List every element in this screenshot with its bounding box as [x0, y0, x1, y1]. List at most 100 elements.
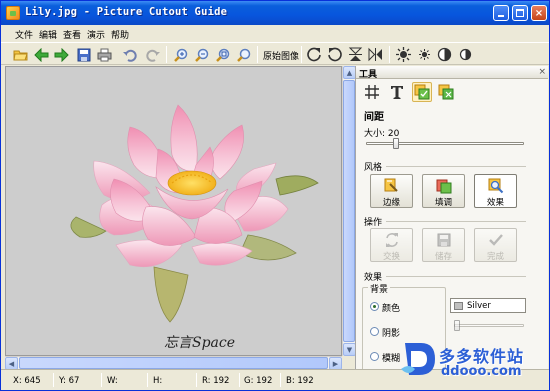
store-label: 储存 — [434, 252, 452, 262]
style-heading: 风格 — [364, 163, 383, 173]
maximize-button[interactable] — [512, 5, 528, 21]
edge-icon — [384, 178, 398, 192]
undo-button[interactable] — [122, 46, 139, 63]
blur-radio[interactable] — [370, 352, 379, 361]
menu-bar: 文件 编辑 查看 演示 帮助 — [1, 25, 549, 42]
menu-edit[interactable]: 编辑 — [39, 28, 57, 41]
saturation-button[interactable] — [457, 46, 474, 63]
save-button[interactable] — [75, 46, 92, 63]
effect-button[interactable]: 效果 — [474, 174, 517, 208]
tab-replace[interactable] — [436, 82, 456, 102]
size-slider-thumb[interactable] — [393, 138, 399, 149]
grid-icon — [365, 85, 379, 99]
app-icon — [6, 6, 20, 20]
flip-vertical-button[interactable] — [347, 46, 364, 63]
finish-button[interactable]: 完成 — [474, 228, 517, 262]
horizontal-scrollbar[interactable]: ◀ ▶ — [5, 356, 342, 370]
zoom-actual-button[interactable] — [235, 46, 252, 63]
background-label: 背景 — [368, 282, 391, 295]
rotate-cw-icon — [307, 47, 321, 62]
flip-horizontal-button[interactable] — [367, 46, 384, 63]
blur-radio-label: 模糊 — [382, 354, 401, 364]
window-title: Lily.jpg - Picture Cutout Guide — [25, 6, 228, 18]
undo-icon — [123, 49, 137, 62]
menu-view[interactable]: 查看 — [63, 28, 81, 41]
fill-icon — [436, 179, 452, 194]
vertical-scrollbar[interactable]: ▲ ▼ — [342, 66, 356, 356]
title-bar[interactable]: Lily.jpg - Picture Cutout Guide × — [1, 1, 549, 25]
zoom-fit-button[interactable] — [214, 46, 231, 63]
sun-small-button[interactable] — [416, 46, 433, 63]
close-icon: × — [534, 7, 544, 19]
action-heading: 操作 — [364, 218, 383, 228]
vertical-scroll-thumb[interactable] — [343, 80, 355, 342]
toolbar-separator — [389, 46, 390, 63]
app-window: Lily.jpg - Picture Cutout Guide × 文件 编辑 … — [0, 0, 550, 391]
swap-label: 交换 — [382, 252, 400, 262]
watermark-logo-icon — [401, 343, 435, 375]
lotus-flower-image — [70, 104, 319, 323]
edge-button[interactable]: 边缘 — [370, 174, 413, 208]
zoom-in-button[interactable] — [172, 46, 189, 63]
status-r: R: 192 — [202, 376, 230, 386]
rotate-ccw-icon — [328, 47, 342, 62]
back-arrow-icon — [34, 47, 49, 62]
forward-button[interactable] — [53, 46, 70, 63]
status-w: W: — [107, 376, 118, 386]
tab-cutout[interactable] — [412, 82, 432, 102]
contrast-button[interactable] — [436, 46, 453, 63]
store-button[interactable]: 储存 — [422, 228, 465, 262]
tab-text[interactable] — [387, 82, 407, 102]
close-button[interactable]: × — [531, 5, 547, 21]
horizontal-scroll-thumb[interactable] — [19, 357, 328, 369]
fill-button[interactable]: 填调 — [422, 174, 465, 208]
toolbar-separator — [257, 46, 258, 63]
contrast-icon — [437, 47, 452, 62]
spacing-heading: 间距 — [364, 112, 384, 123]
swap-button[interactable]: 交换 — [370, 228, 413, 262]
back-button[interactable] — [33, 46, 50, 63]
save-icon — [77, 48, 90, 61]
flip-horizontal-icon — [368, 47, 382, 62]
brightness-button[interactable] — [395, 46, 412, 63]
panel-close-icon[interactable]: × — [538, 67, 546, 77]
color-radio[interactable] — [370, 302, 379, 311]
minimize-button[interactable] — [493, 5, 509, 21]
tab-grid[interactable] — [362, 82, 382, 102]
rotate-ccw-button[interactable] — [326, 46, 343, 63]
minimize-icon — [494, 6, 508, 20]
toolbar: 原始图像 — [1, 42, 549, 65]
open-button[interactable] — [12, 46, 29, 63]
menu-demo[interactable]: 演示 — [87, 28, 105, 41]
image-canvas[interactable]: 忘言Space — [5, 66, 342, 356]
zoom-actual-icon — [236, 48, 250, 62]
shadow-radio[interactable] — [370, 327, 379, 336]
zoom-fit-icon — [215, 48, 229, 62]
redo-button[interactable] — [144, 46, 161, 63]
rotate-cw-button[interactable] — [306, 46, 323, 63]
status-divider — [53, 373, 54, 387]
status-divider — [280, 373, 281, 387]
flip-vertical-icon — [348, 47, 363, 61]
menu-help[interactable]: 帮助 — [111, 28, 129, 41]
replace-icon — [438, 84, 454, 100]
zoom-out-button[interactable] — [193, 46, 210, 63]
edge-label: 边缘 — [382, 198, 400, 208]
menu-file[interactable]: 文件 — [15, 28, 33, 41]
status-divider — [147, 373, 148, 387]
shadow-slider-thumb[interactable] — [454, 320, 460, 331]
redo-icon — [146, 49, 160, 62]
style-divider — [386, 166, 526, 167]
original-image-button[interactable]: 原始图像 — [263, 49, 299, 62]
color-select[interactable]: Silver — [450, 298, 526, 313]
color-name: Silver — [467, 301, 491, 311]
image-caption: 忘言Space — [164, 335, 236, 351]
color-radio-label: 颜色 — [382, 304, 401, 314]
shadow-slider-track[interactable] — [454, 324, 524, 327]
finish-label: 完成 — [486, 252, 504, 262]
print-button[interactable] — [96, 46, 113, 63]
zoom-out-icon — [194, 48, 208, 62]
toolbar-separator — [301, 46, 302, 63]
size-slider-track[interactable] — [366, 142, 524, 145]
effect-icon — [488, 178, 504, 194]
